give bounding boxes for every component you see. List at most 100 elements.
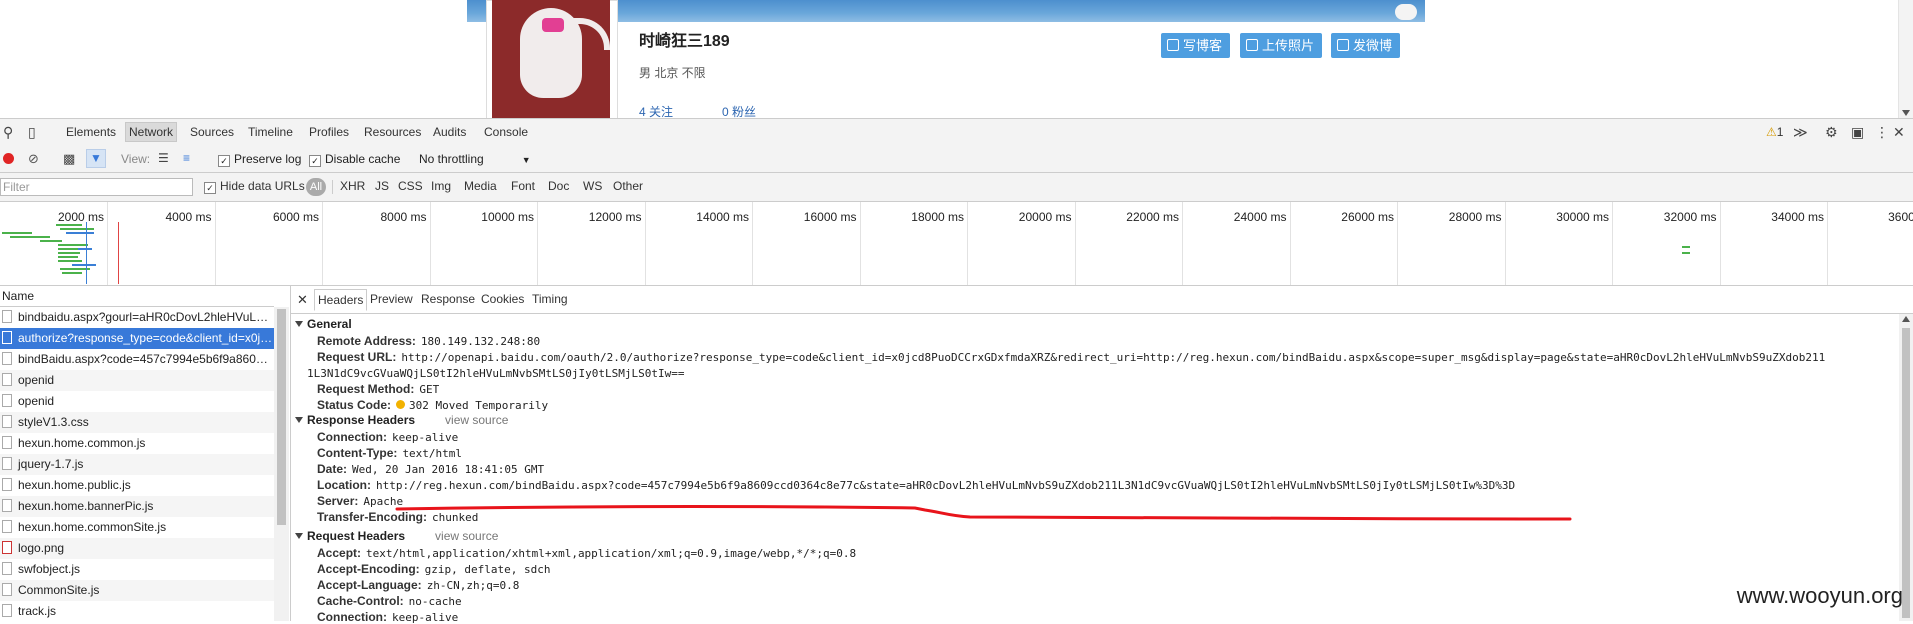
tab-audits[interactable]: Audits	[430, 123, 469, 141]
warning-icon[interactable]: ⚠1	[1766, 119, 1783, 145]
filter-media[interactable]: Media	[464, 179, 497, 193]
hide-data-urls-checkbox[interactable]: ✓Hide data URLs	[204, 179, 305, 194]
request-row[interactable]: styleV1.3.css	[0, 412, 274, 433]
response-view-source-link[interactable]: view source	[445, 413, 508, 427]
capture-screenshots-icon[interactable]: ▩	[63, 151, 75, 167]
filter-input[interactable]: Filter	[0, 178, 193, 196]
record-icon[interactable]	[3, 153, 14, 164]
disable-cache-checkbox[interactable]: ✓Disable cache	[309, 152, 400, 167]
request-row[interactable]: hexun.home.public.js	[0, 475, 274, 496]
header-key: Connection:	[317, 430, 387, 444]
follow-link[interactable]: 4 关注	[639, 103, 673, 118]
throttling-select[interactable]: No throttling▼	[419, 152, 531, 166]
close-devtools-icon[interactable]: ✕	[1893, 119, 1905, 145]
timeline-gridline	[967, 202, 968, 285]
request-row[interactable]: track.js	[0, 601, 274, 622]
dock-side-icon[interactable]: ▣	[1851, 119, 1864, 145]
header-value: Wed, 20 Jan 2016 18:41:05 GMT	[352, 463, 544, 476]
filter-toggle[interactable]: ▼	[86, 149, 106, 168]
close-detail-icon[interactable]: ✕	[297, 292, 308, 308]
header-value: no-cache	[409, 595, 462, 608]
timeline-gridline	[1290, 202, 1291, 285]
write-blog-button[interactable]: 写博客	[1161, 33, 1230, 58]
timeline-gridline	[1397, 202, 1398, 285]
preserve-log-checkbox[interactable]: ✓Preserve log	[218, 152, 301, 167]
request-row[interactable]: hexun.home.commonSite.js	[0, 517, 274, 538]
request-row[interactable]: bindbaidu.aspx?gourl=aHR0cDovL2hleHVuLm.…	[0, 307, 274, 328]
general-section-toggle[interactable]: General	[295, 317, 352, 331]
gear-icon[interactable]: ⚙	[1825, 119, 1838, 145]
overview-icon[interactable]: ≡	[183, 151, 190, 165]
timeline-gridline	[1720, 202, 1721, 285]
chat-icon	[1337, 39, 1349, 51]
hide-data-urls-label: Hide data URLs	[220, 179, 305, 193]
filter-xhr[interactable]: XHR	[340, 179, 365, 193]
tab-headers[interactable]: Headers	[314, 289, 367, 311]
large-rows-icon[interactable]: ☰	[158, 151, 169, 165]
request-row[interactable]: CommonSite.js	[0, 580, 274, 601]
request-name: styleV1.3.css	[18, 415, 89, 429]
tab-console[interactable]: Console	[481, 123, 531, 141]
request-row[interactable]: openid	[0, 391, 274, 412]
upload-photo-button[interactable]: 上传照片	[1240, 33, 1322, 58]
timeline-tick-label: 20000 ms	[972, 210, 1072, 224]
tab-timing[interactable]: Timing	[532, 292, 568, 306]
inspect-search-icon[interactable]: ⚲	[3, 119, 13, 145]
tab-resources[interactable]: Resources	[361, 123, 424, 141]
filter-all-button[interactable]: All	[306, 178, 326, 196]
request-view-source-link[interactable]: view source	[435, 529, 498, 543]
filter-ws[interactable]: WS	[583, 179, 602, 193]
triangle-down-icon	[295, 417, 303, 423]
tab-response[interactable]: Response	[421, 292, 475, 306]
request-name: bindBaidu.aspx?code=457c7994e5b6f9a8609c…	[18, 352, 274, 366]
post-weibo-button[interactable]: 发微博	[1331, 33, 1400, 58]
timeline-tick-label: 32000 ms	[1617, 210, 1717, 224]
request-row[interactable]: swfobject.js	[0, 559, 274, 580]
webpage-viewport: 时崎狂三189 男 北京 不限 4 关注 0 粉丝 写博客 上传照片 发微博	[0, 0, 1913, 118]
page-scrollbar[interactable]	[1898, 0, 1913, 118]
console-drawer-icon[interactable]: ≫	[1793, 119, 1808, 145]
filter-img[interactable]: Img	[431, 179, 451, 193]
filter-js[interactable]: JS	[375, 179, 389, 193]
timeline-tick-label: 6000 ms	[219, 210, 319, 224]
tab-sources[interactable]: Sources	[187, 123, 237, 141]
timeline-gridline	[1182, 202, 1183, 285]
request-row[interactable]: authorize?response_type=code&client_id=x…	[0, 328, 274, 349]
request-row[interactable]: hexun.home.bannerPic.js	[0, 496, 274, 517]
more-icon[interactable]: ⋮	[1875, 119, 1889, 145]
tab-timeline[interactable]: Timeline	[245, 123, 296, 141]
timeline-tick-label: 16000 ms	[757, 210, 857, 224]
request-row[interactable]: openid	[0, 370, 274, 391]
request-list-scrollbar[interactable]	[274, 307, 289, 621]
avatar[interactable]	[492, 0, 610, 118]
document-icon	[2, 499, 12, 512]
tab-preview[interactable]: Preview	[370, 292, 413, 306]
clear-icon[interactable]: ⊘	[28, 151, 39, 167]
request-method-row: Request Method:GET	[317, 382, 439, 396]
request-url-row: Request URL:http://openapi.baidu.com/oau…	[317, 350, 1825, 364]
request-row[interactable]: bindBaidu.aspx?code=457c7994e5b6f9a8609c…	[0, 349, 274, 370]
response-headers-toggle[interactable]: Response Headersview source	[295, 413, 508, 427]
tab-elements[interactable]: Elements	[63, 123, 119, 141]
request-row[interactable]: logo.png	[0, 538, 274, 559]
follow-label: 关注	[649, 105, 673, 118]
request-row[interactable]: hexun.home.common.js	[0, 433, 274, 454]
timeline-tick-label: 26000 ms	[1294, 210, 1394, 224]
document-icon	[2, 310, 12, 323]
filter-css[interactable]: CSS	[398, 179, 423, 193]
network-overview-timeline[interactable]: 2000 ms4000 ms6000 ms8000 ms10000 ms1200…	[0, 202, 1913, 286]
filter-font[interactable]: Font	[511, 179, 535, 193]
detail-scrollbar[interactable]	[1899, 314, 1913, 621]
filter-doc[interactable]: Doc	[548, 179, 569, 193]
name-column-header[interactable]: Name	[0, 286, 274, 307]
request-row[interactable]: jquery-1.7.js	[0, 454, 274, 475]
timeline-tick-label: 10000 ms	[434, 210, 534, 224]
fans-link[interactable]: 0 粉丝	[722, 103, 756, 118]
request-headers-toggle[interactable]: Request Headersview source	[295, 529, 498, 543]
device-mode-icon[interactable]: ▯	[28, 119, 36, 145]
filter-other[interactable]: Other	[613, 179, 643, 193]
document-icon	[2, 478, 12, 491]
tab-cookies[interactable]: Cookies	[481, 292, 524, 306]
tab-network[interactable]: Network	[125, 122, 177, 142]
tab-profiles[interactable]: Profiles	[306, 123, 352, 141]
